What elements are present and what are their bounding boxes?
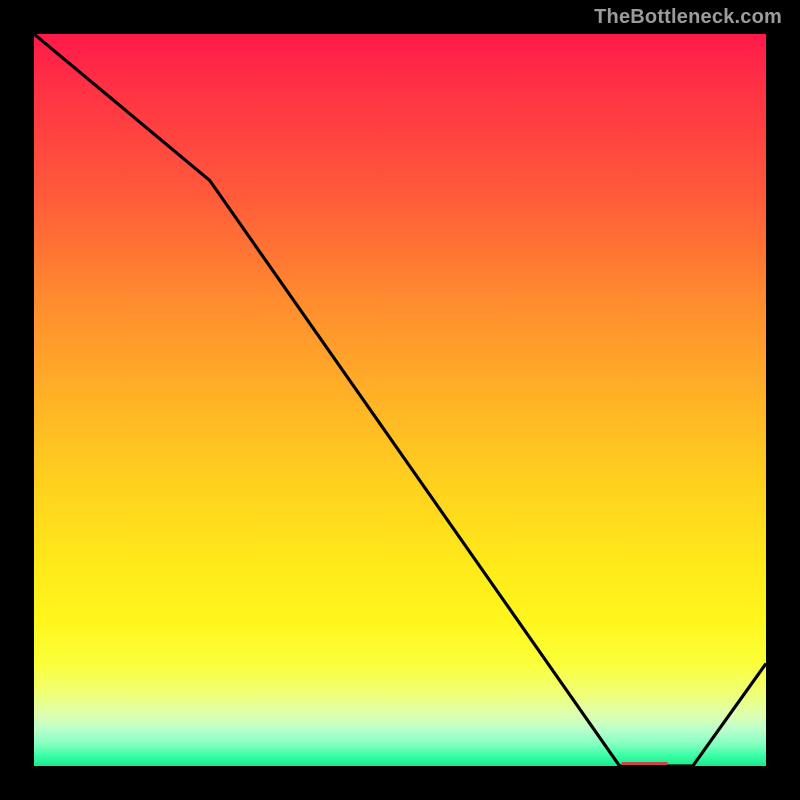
min-region-marker: ▬▬▬▬▬ <box>622 757 667 768</box>
plot-area: ▬▬▬▬▬ <box>30 30 770 770</box>
curve-path <box>34 34 766 766</box>
chart-frame: TheBottleneck.com ▬▬▬▬▬ <box>0 0 800 800</box>
bottleneck-curve <box>34 34 766 766</box>
attribution-label: TheBottleneck.com <box>594 6 782 29</box>
